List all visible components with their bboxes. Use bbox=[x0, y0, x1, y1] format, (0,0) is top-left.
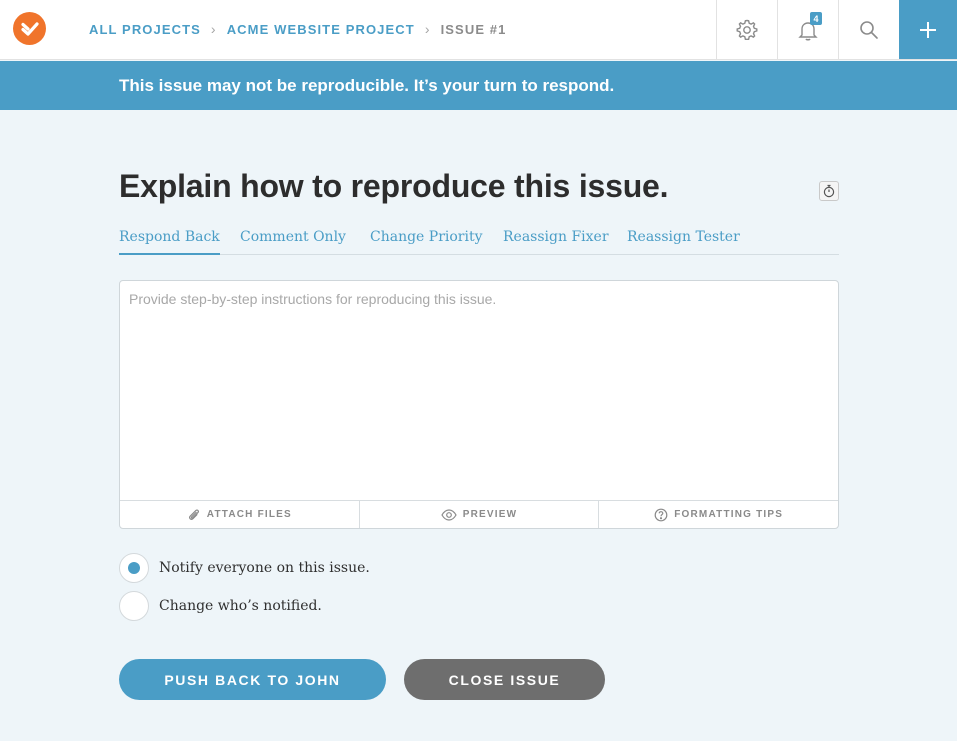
checkmark-logo-icon bbox=[20, 21, 39, 36]
stopwatch-icon bbox=[823, 184, 835, 198]
attach-files-label: ATTACH FILES bbox=[206, 509, 292, 520]
eye-icon bbox=[441, 508, 457, 521]
tab-reassign-tester[interactable]: Reassign Tester bbox=[627, 229, 740, 255]
change-notified-option[interactable]: Change who’s notified. bbox=[119, 591, 322, 621]
tab-comment-only[interactable]: Comment Only bbox=[240, 229, 346, 255]
response-tabs: Respond Back Comment Only Change Priorit… bbox=[119, 229, 839, 255]
paperclip-icon bbox=[188, 508, 199, 520]
app-logo[interactable] bbox=[13, 12, 46, 45]
response-editor: ATTACH FILES PREVIEW FORMATTING TIPS bbox=[119, 280, 839, 529]
banner-text: This issue may not be reproducible. It’s… bbox=[119, 76, 615, 95]
search-button[interactable] bbox=[838, 0, 899, 59]
breadcrumb: ALL PROJECTS › ACME WEBSITE PROJECT › IS… bbox=[89, 21, 506, 37]
close-issue-button[interactable]: CLOSE ISSUE bbox=[404, 659, 605, 700]
tab-reassign-fixer[interactable]: Reassign Fixer bbox=[503, 229, 609, 255]
chevron-right-icon: › bbox=[424, 21, 431, 37]
push-back-button[interactable]: PUSH BACK TO JOHN bbox=[119, 659, 386, 700]
settings-button[interactable] bbox=[716, 0, 777, 59]
question-circle-icon bbox=[654, 508, 668, 521]
tab-respond-back[interactable]: Respond Back bbox=[119, 229, 220, 255]
attach-files-button[interactable]: ATTACH FILES bbox=[120, 501, 359, 528]
notify-everyone-label: Notify everyone on this issue. bbox=[159, 560, 370, 576]
status-banner: This issue may not be reproducible. It’s… bbox=[0, 61, 957, 110]
plus-icon bbox=[920, 21, 936, 38]
search-icon bbox=[860, 20, 878, 39]
gear-icon bbox=[736, 19, 758, 40]
change-notified-label: Change who’s notified. bbox=[159, 598, 322, 614]
notify-everyone-radio[interactable] bbox=[119, 553, 149, 583]
formatting-tips-button[interactable]: FORMATTING TIPS bbox=[598, 501, 838, 528]
chevron-right-icon: › bbox=[210, 21, 217, 37]
timer-button[interactable] bbox=[819, 181, 839, 201]
preview-button[interactable]: PREVIEW bbox=[358, 501, 599, 528]
top-navigation-bar: ALL PROJECTS › ACME WEBSITE PROJECT › IS… bbox=[0, 0, 957, 60]
breadcrumb-project[interactable]: ACME WEBSITE PROJECT bbox=[227, 22, 415, 37]
radio-selected-dot bbox=[128, 562, 140, 574]
notification-count-badge: 4 bbox=[810, 12, 822, 25]
notify-everyone-option[interactable]: Notify everyone on this issue. bbox=[119, 553, 370, 583]
preview-label: PREVIEW bbox=[462, 509, 518, 520]
tab-change-priority[interactable]: Change Priority bbox=[370, 229, 483, 255]
editor-toolbar: ATTACH FILES PREVIEW FORMATTING TIPS bbox=[120, 500, 838, 528]
notifications-button[interactable]: 4 bbox=[777, 0, 838, 59]
change-notified-radio[interactable] bbox=[119, 591, 149, 621]
add-button[interactable] bbox=[899, 0, 957, 59]
breadcrumb-issue: ISSUE #1 bbox=[440, 21, 507, 37]
formatting-tips-label: FORMATTING TIPS bbox=[674, 509, 784, 520]
response-textarea[interactable] bbox=[120, 281, 838, 500]
breadcrumb-all-projects[interactable]: ALL PROJECTS bbox=[89, 22, 201, 37]
page-title: Explain how to reproduce this issue. bbox=[119, 168, 669, 204]
